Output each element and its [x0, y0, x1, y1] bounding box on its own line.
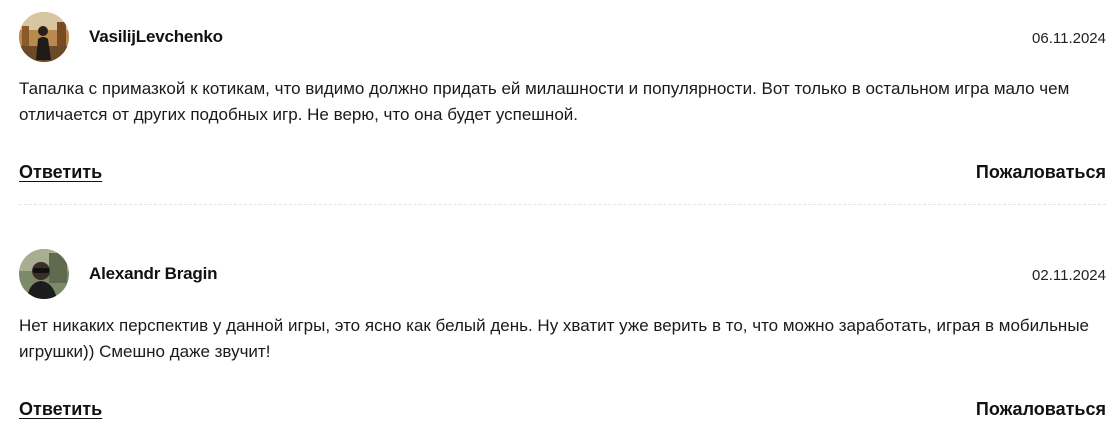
comment-date: 02.11.2024 [1032, 267, 1106, 284]
comment-author[interactable]: Alexandr Bragin [89, 264, 218, 284]
reply-button[interactable]: Ответить [19, 399, 102, 420]
comment-actions: Ответить Пожаловаться [19, 162, 1106, 186]
comment-author[interactable]: VasilijLevchenko [89, 27, 223, 47]
comment-header: VasilijLevchenko 06.11.2024 [19, 12, 1106, 62]
comment-actions: Ответить Пожаловаться [19, 399, 1106, 423]
comment-item: Alexandr Bragin 02.11.2024 Нет никаких п… [19, 249, 1106, 419]
report-button[interactable]: Пожаловаться [976, 399, 1106, 420]
comment-text: Нет никаких перспектив у данной игры, эт… [19, 316, 1089, 361]
comment-date: 06.11.2024 [1032, 30, 1106, 47]
comment-header: Alexandr Bragin 02.11.2024 [19, 249, 1106, 299]
comment-divider [19, 204, 1106, 205]
user-photo-avatar-icon [19, 12, 69, 62]
avatar[interactable] [19, 249, 69, 299]
report-button[interactable]: Пожаловаться [976, 162, 1106, 183]
comment-text: Тапалка с примазкой к котикам, что видим… [19, 79, 1070, 124]
comment-item: VasilijLevchenko 06.11.2024 Тапалка с пр… [19, 12, 1106, 182]
user-photo-avatar-icon [19, 249, 69, 299]
avatar[interactable] [19, 12, 69, 62]
reply-button[interactable]: Ответить [19, 162, 102, 183]
